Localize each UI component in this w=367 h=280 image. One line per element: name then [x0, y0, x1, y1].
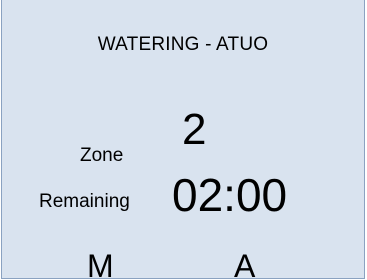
mode-auto-button[interactable]: A: [234, 250, 255, 278]
zone-label: Zone: [80, 145, 124, 166]
remaining-time-value: 02:00: [172, 169, 288, 221]
watering-display-panel: WATERING - ATUO Zone 2 Remaining 02:00 M…: [1, 0, 365, 279]
remaining-label: Remaining: [39, 191, 130, 212]
screen-title: WATERING - ATUO: [97, 34, 269, 55]
mode-manual-button[interactable]: M: [87, 250, 114, 278]
zone-value: 2: [182, 105, 207, 154]
